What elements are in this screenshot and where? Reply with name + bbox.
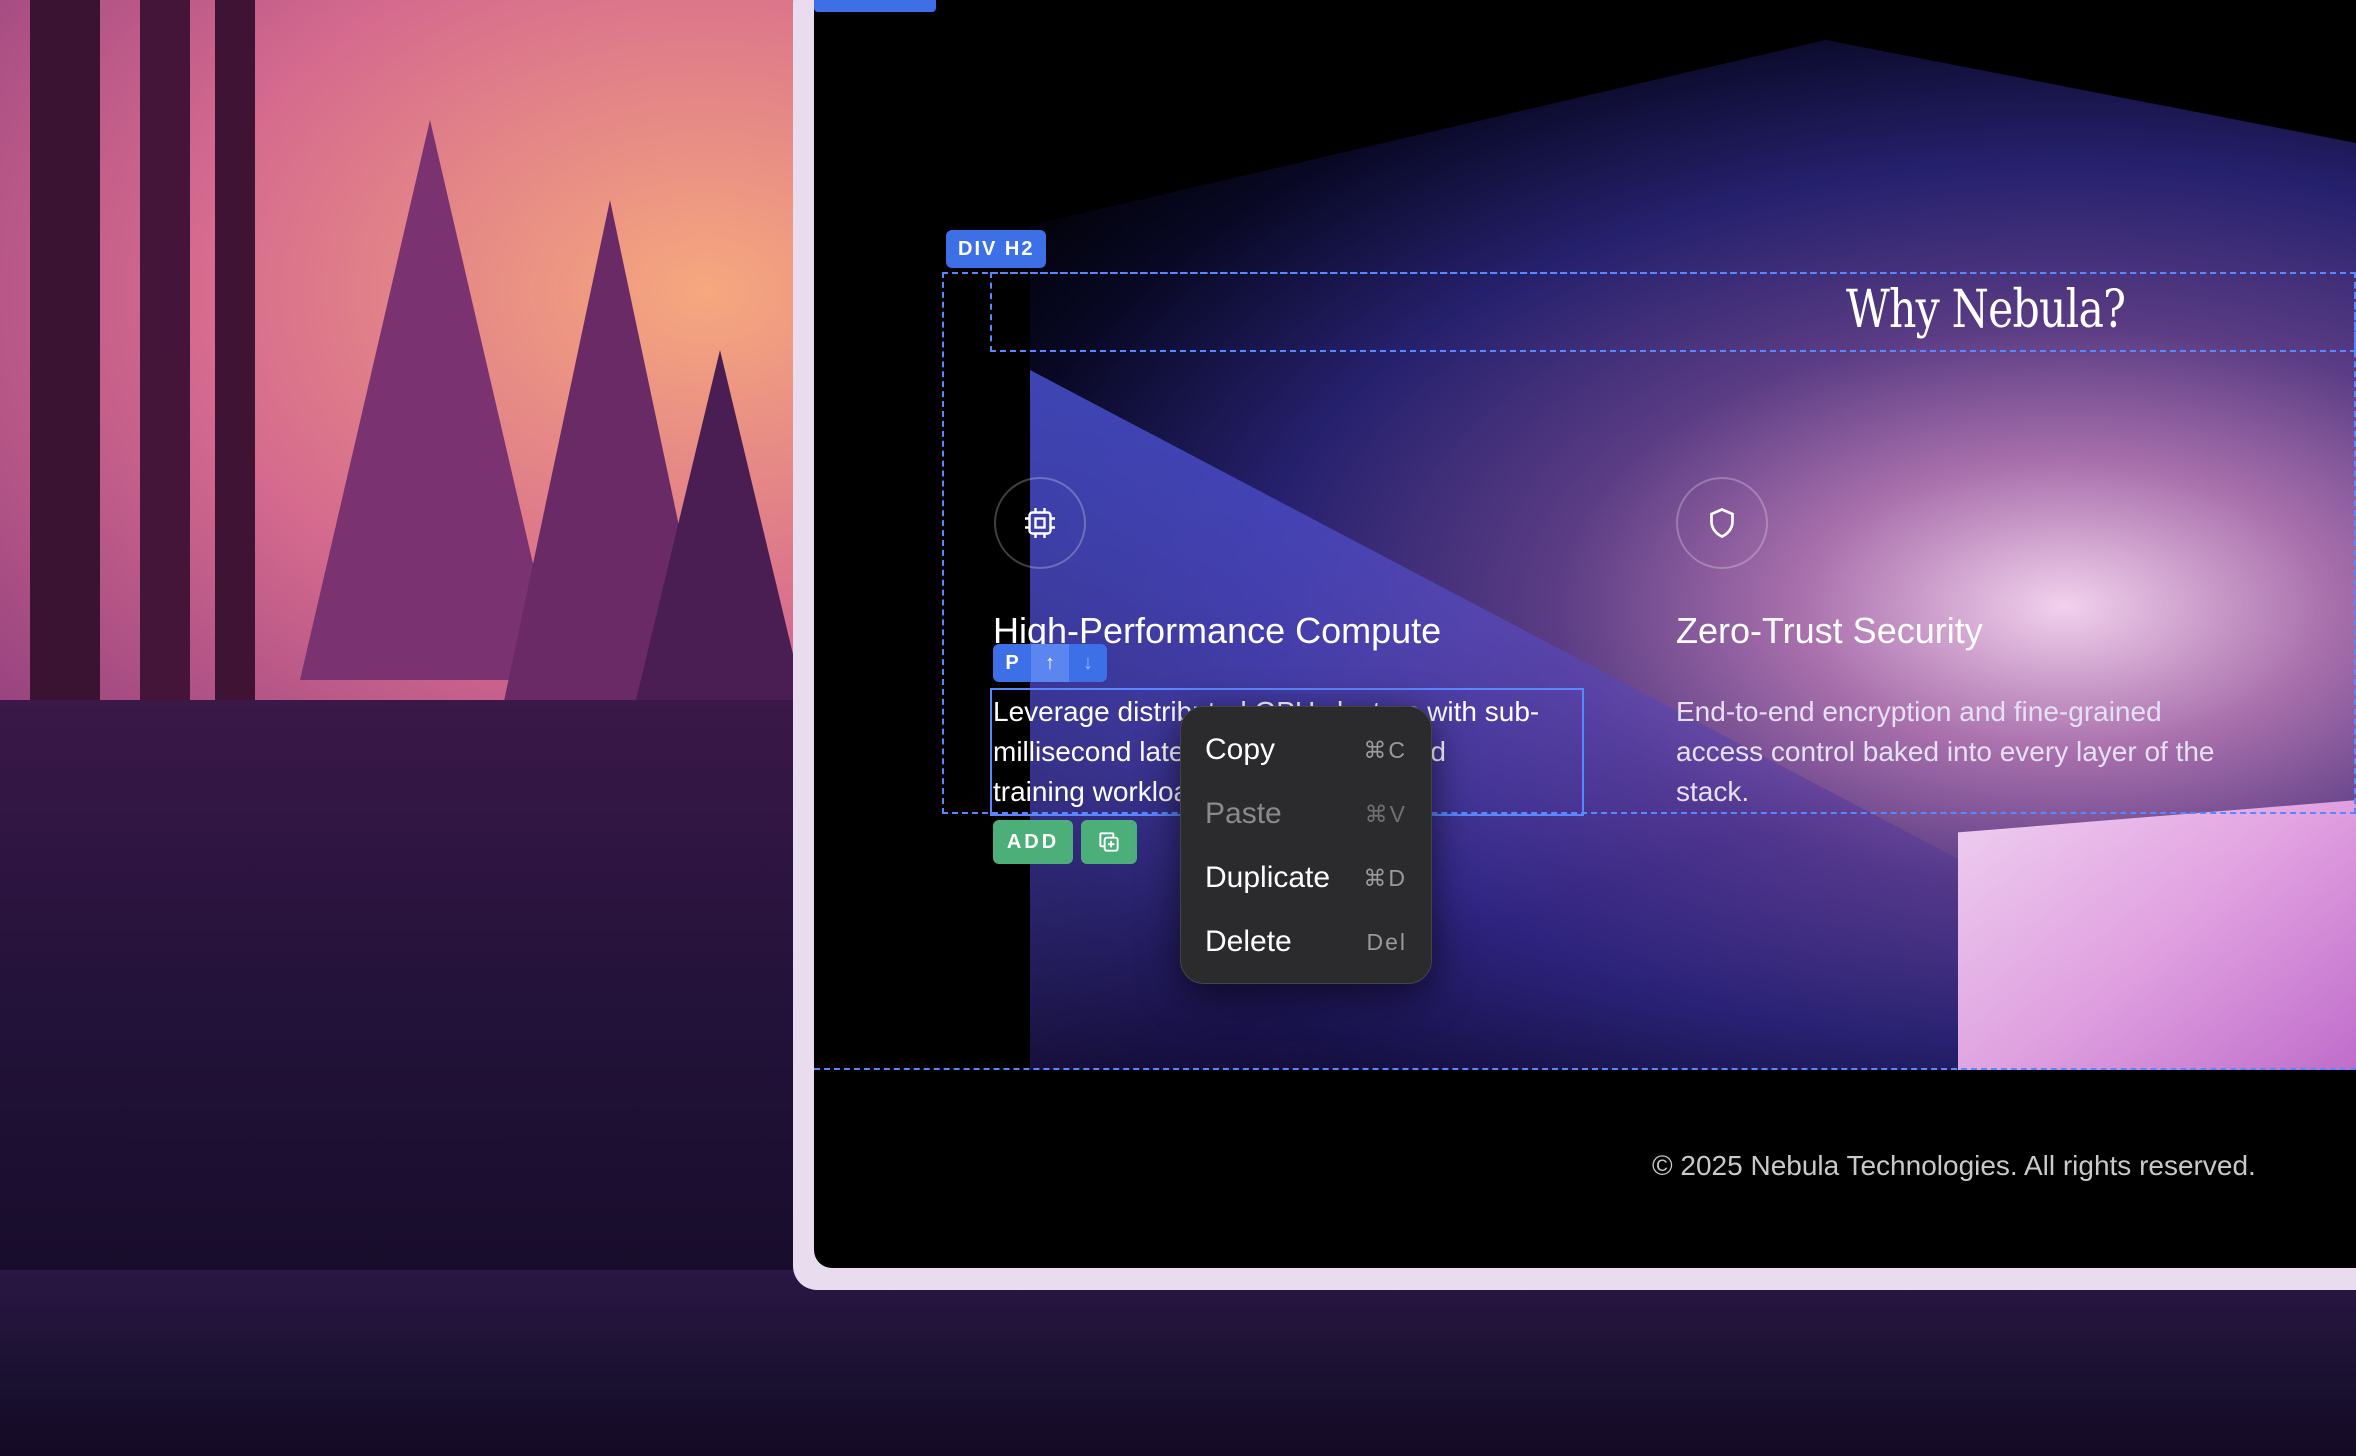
feature-description-line: stack.	[1676, 776, 1750, 807]
cpu-chip-icon	[1025, 508, 1055, 538]
paragraph-tag[interactable]: P	[993, 644, 1031, 682]
feature-icon-circle[interactable]	[994, 477, 1086, 569]
feature-description[interactable]: End-to-end encryption and fine-grained a…	[1676, 692, 2316, 812]
context-menu-copy[interactable]: Copy ⌘C	[1205, 725, 1407, 775]
feature-title[interactable]: Zero-Trust Security	[1676, 610, 1983, 652]
forest-undergrowth	[0, 700, 820, 1300]
footer-copyright[interactable]: © 2025 Nebula Technologies. All rights r…	[1652, 1150, 2256, 1182]
context-menu-paste[interactable]: Paste ⌘V	[1205, 789, 1407, 839]
duplicate-element-button[interactable]	[1081, 820, 1137, 864]
menu-item-label: Delete	[1205, 925, 1292, 958]
menu-item-label: Copy	[1205, 733, 1276, 766]
move-down-button[interactable]: ↓	[1069, 644, 1107, 682]
menu-item-shortcut: ⌘C	[1363, 736, 1407, 763]
add-element-button[interactable]: ADD	[993, 820, 1073, 864]
duplicate-icon	[1099, 832, 1119, 852]
context-menu-delete[interactable]: Delete Del	[1205, 917, 1407, 967]
feature-description-line: access control baked into every layer of…	[1676, 736, 2215, 767]
river	[0, 1270, 2356, 1456]
menu-item-shortcut: ⌘V	[1364, 800, 1407, 827]
selected-h2-outline[interactable]	[990, 272, 2356, 352]
menu-item-shortcut: Del	[1366, 928, 1407, 955]
hero-gradient-highlight	[1958, 800, 2356, 1070]
paragraph-toolbar: P ↑ ↓	[993, 644, 1107, 682]
context-menu-duplicate[interactable]: Duplicate ⌘D	[1205, 853, 1407, 903]
context-menu: Copy ⌘C Paste ⌘V Duplicate ⌘D Delete Del	[1180, 706, 1432, 984]
feature-icon-circle[interactable]	[1676, 477, 1768, 569]
menu-item-label: Duplicate	[1205, 861, 1331, 894]
top-selection-chip	[814, 0, 936, 12]
shield-icon	[1710, 508, 1734, 538]
section-heading[interactable]: Why Nebula?	[1846, 280, 2126, 340]
feature-description-line: End-to-end encryption and fine-grained	[1676, 696, 2162, 727]
menu-item-label: Paste	[1205, 797, 1282, 830]
element-tag-div-h2[interactable]: DIV H2	[946, 230, 1047, 268]
section-boundary	[814, 1068, 2356, 1070]
move-up-button[interactable]: ↑	[1031, 644, 1069, 682]
menu-item-shortcut: ⌘D	[1363, 864, 1407, 891]
